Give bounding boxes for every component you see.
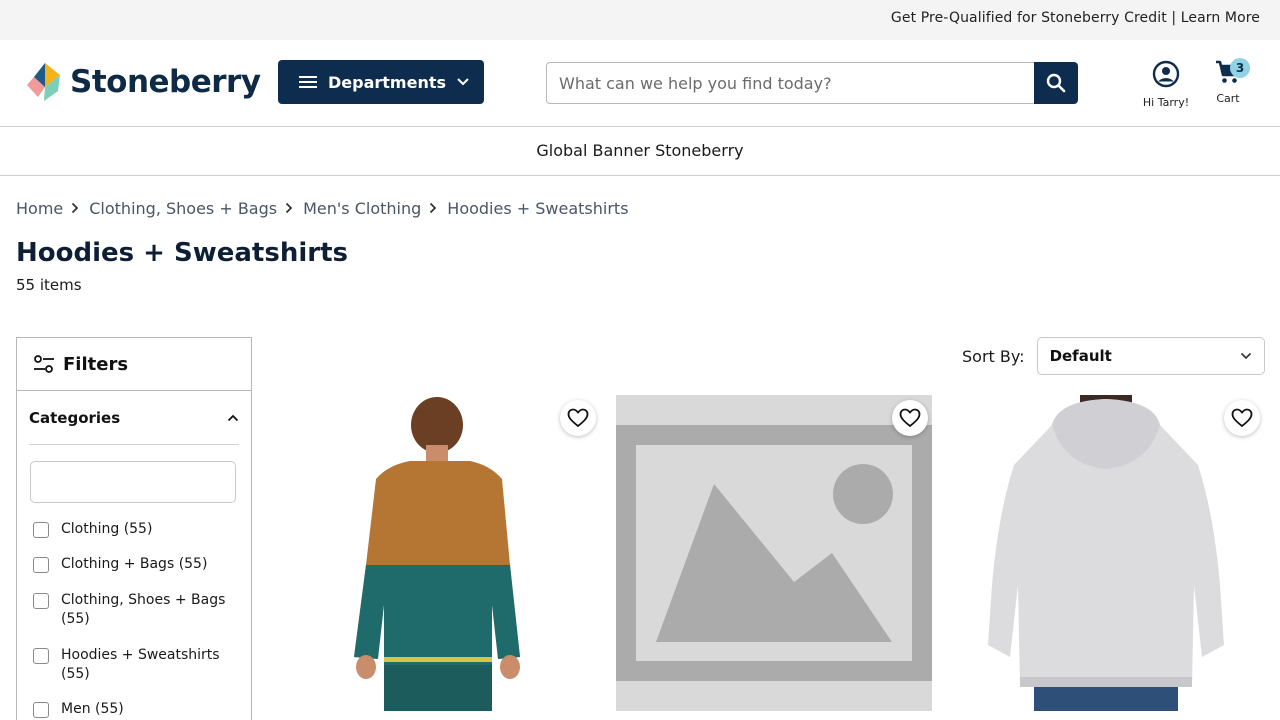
chevron-down-icon (457, 78, 469, 86)
search-button[interactable] (1034, 62, 1078, 104)
heart-icon (567, 408, 589, 427)
fleece-jacket-image (280, 395, 596, 711)
sort-control: Sort By: Default (962, 337, 1265, 375)
stoneberry-logo[interactable]: Stoneberry (24, 60, 261, 104)
account-greeting: Hi Tarry! (1142, 96, 1190, 109)
global-banner: Global Banner Stoneberry (0, 127, 1280, 176)
category-option-label: Clothing (55) (61, 521, 153, 537)
departments-button[interactable]: Departments (278, 60, 484, 104)
category-option-label: Clothing, Shoes + Bags (55) (61, 592, 226, 627)
category-option-clothing[interactable]: Clothing (55) (33, 520, 233, 539)
credit-promo-link[interactable]: Get Pre-Qualified for Stoneberry Credit … (891, 10, 1260, 26)
logo-wordmark: Stoneberry (70, 63, 261, 100)
product-image[interactable] (948, 395, 1264, 711)
user-account-icon (1152, 60, 1180, 88)
chevron-up-icon (227, 414, 239, 422)
logo-mark-icon (27, 63, 60, 101)
breadcrumb: Home Clothing, Shoes + Bags Men's Clothi… (16, 198, 629, 218)
product-card[interactable] (948, 395, 1264, 711)
site-search (546, 62, 1078, 104)
cart-count-badge: 3 (1230, 58, 1250, 78)
cart-button[interactable]: 3 Cart (1206, 58, 1250, 105)
sort-label: Sort By: (962, 346, 1025, 366)
category-option-label: Men (55) (61, 701, 124, 717)
category-option-clothing-bags[interactable]: Clothing + Bags (55) (33, 555, 233, 574)
wishlist-button[interactable] (560, 400, 596, 436)
breadcrumb-clothing-shoes-bags[interactable]: Clothing, Shoes + Bags (89, 199, 277, 218)
cart-label: Cart (1216, 92, 1240, 105)
filters-panel: Filters Categories Clothing (55) Clothin… (16, 337, 252, 720)
category-option-label: Hoodies + Sweatshirts (55) (61, 647, 220, 682)
product-card[interactable] (616, 395, 932, 711)
breadcrumb-home[interactable]: Home (16, 199, 63, 218)
page-title: Hoodies + Sweatshirts (16, 238, 348, 268)
sort-select[interactable]: Default (1036, 337, 1265, 375)
checkbox[interactable] (33, 522, 49, 538)
filter-sliders-icon (34, 355, 54, 373)
promo-bar: Get Pre-Qualified for Stoneberry Credit … (0, 0, 1280, 40)
sort-value: Default (1049, 347, 1112, 365)
category-option-clothing-shoes-bags[interactable]: Clothing, Shoes + Bags (55) (33, 591, 233, 629)
chevron-right-icon (285, 202, 293, 214)
product-card[interactable] (280, 395, 596, 711)
heart-icon (1231, 408, 1253, 427)
checkbox[interactable] (33, 648, 49, 664)
category-option-hoodies-sweatshirts[interactable]: Hoodies + Sweatshirts (55) (33, 646, 233, 684)
account-menu[interactable]: Hi Tarry! (1136, 60, 1196, 109)
menu-icon (299, 76, 317, 88)
breadcrumb-mens-clothing[interactable]: Men's Clothing (303, 199, 421, 218)
wishlist-button[interactable] (1224, 400, 1260, 436)
wishlist-button[interactable] (892, 400, 928, 436)
search-icon (1046, 73, 1066, 93)
item-count: 55 items (16, 276, 82, 294)
image-placeholder-icon (616, 395, 932, 711)
global-banner-text: Global Banner Stoneberry (536, 141, 744, 160)
checkbox[interactable] (33, 593, 49, 609)
departments-label: Departments (328, 72, 447, 92)
category-option-men[interactable]: Men (55) (33, 700, 233, 719)
product-image[interactable] (280, 395, 596, 711)
breadcrumb-hoodies-sweatshirts[interactable]: Hoodies + Sweatshirts (447, 199, 628, 218)
site-header: Stoneberry Departments Hi Tarry! (0, 40, 1280, 127)
category-option-label: Clothing + Bags (55) (61, 556, 208, 572)
chevron-right-icon (429, 202, 437, 214)
checkbox[interactable] (33, 702, 49, 718)
gray-hoodie-image (948, 395, 1264, 711)
search-input[interactable] (546, 62, 1035, 104)
product-image[interactable] (616, 395, 932, 711)
heart-icon (899, 408, 921, 427)
category-search-input[interactable] (30, 461, 236, 503)
checkbox[interactable] (33, 557, 49, 573)
chevron-right-icon (71, 202, 79, 214)
filters-header: Filters (17, 338, 251, 391)
filters-title: Filters (63, 353, 129, 375)
categories-label: Categories (29, 409, 121, 427)
chevron-down-icon (1240, 352, 1251, 360)
categories-toggle[interactable]: Categories (29, 392, 239, 445)
